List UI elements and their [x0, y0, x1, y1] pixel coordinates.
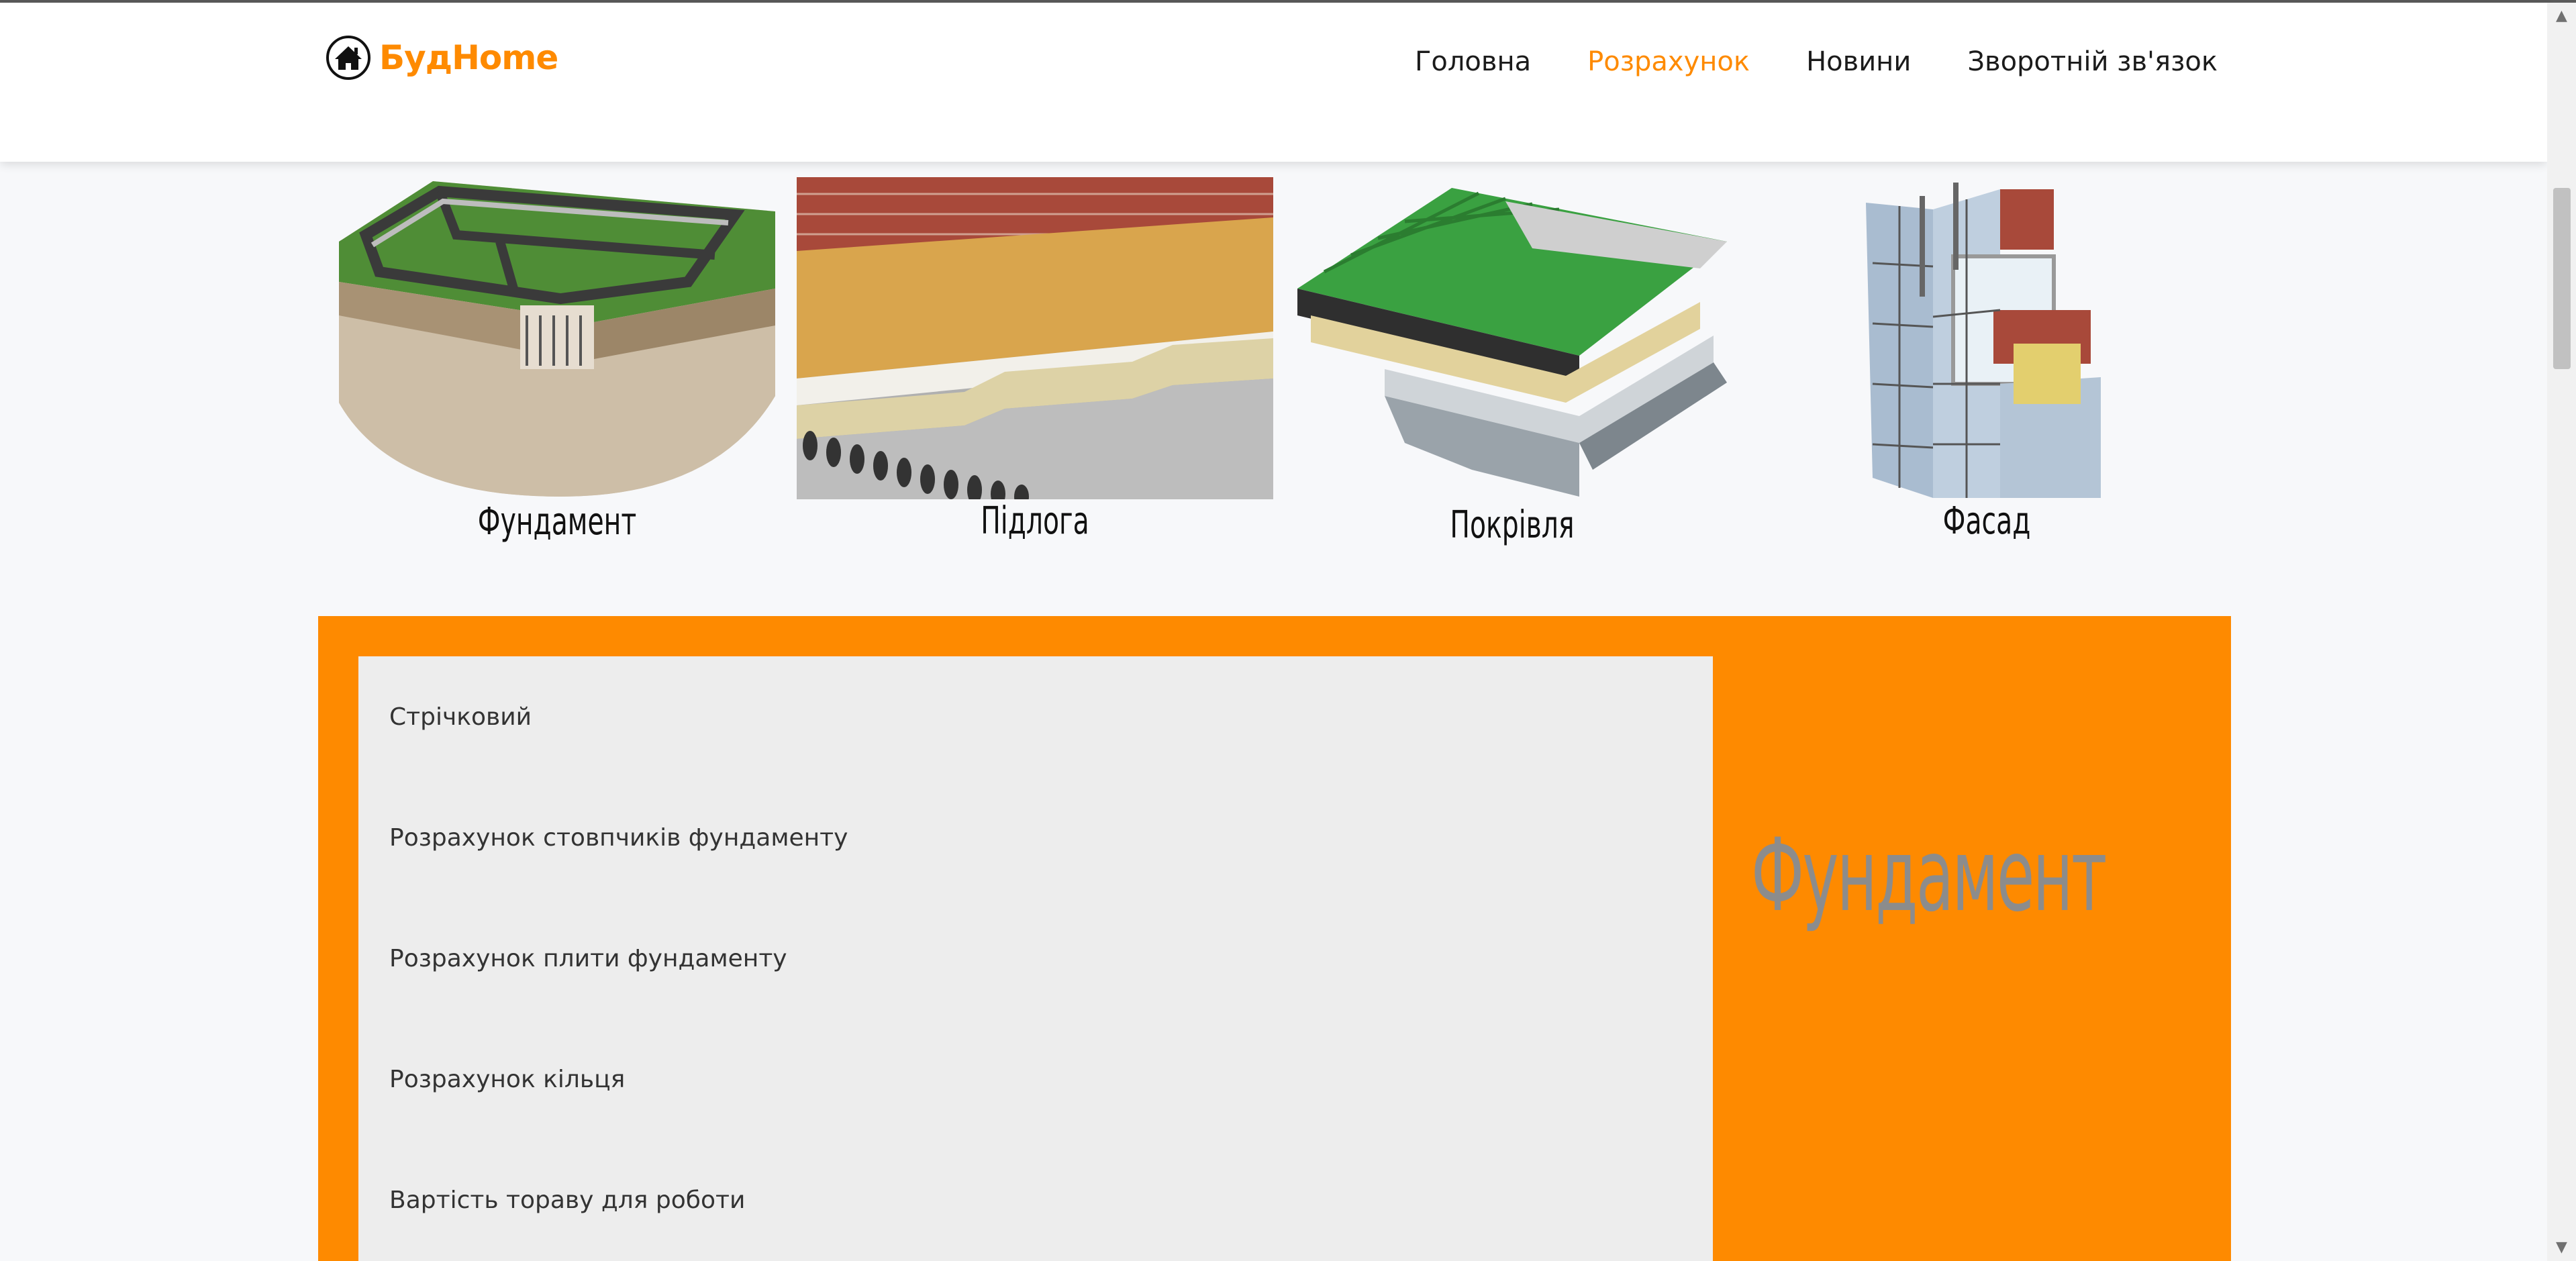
home-icon: [326, 36, 370, 80]
menu-item-slab[interactable]: Розрахунок плити фундаменту: [389, 945, 787, 972]
nav-news[interactable]: Новини: [1806, 46, 1911, 77]
page-scrollbar[interactable]: ▲ ▼: [2547, 3, 2576, 1261]
menu-item-ring[interactable]: Розрахунок кільця: [389, 1066, 625, 1093]
main-nav: Головна Розрахунок Новини Зворотній зв'я…: [1415, 42, 2218, 82]
scroll-up-arrow-icon[interactable]: ▲: [2547, 3, 2576, 30]
section-title: Фундамент: [1751, 817, 2107, 934]
logo[interactable]: БудHome: [326, 34, 558, 82]
logo-text: БудHome: [379, 38, 558, 77]
nav-home[interactable]: Головна: [1415, 46, 1531, 77]
calculation-section: Стрічковий Розрахунок стовпчиків фундаме…: [318, 616, 2231, 1261]
category-label: Фундамент: [477, 500, 637, 544]
menu-item-columns[interactable]: Розрахунок стовпчиків фундаменту: [389, 824, 848, 852]
floor-illustration-icon: [797, 177, 1273, 499]
category-label: Підлога: [981, 499, 1089, 543]
category-roof[interactable]: Покрівля: [1297, 181, 1727, 557]
nav-feedback[interactable]: Зворотній зв'язок: [1967, 46, 2218, 77]
calculation-menu: Стрічковий Розрахунок стовпчиків фундаме…: [358, 656, 1713, 1261]
scroll-down-arrow-icon[interactable]: ▼: [2547, 1234, 2576, 1261]
facade-illustration-icon: [1866, 183, 2101, 498]
category-label: Покрівля: [1450, 503, 1575, 547]
scrollbar-thumb[interactable]: [2553, 188, 2571, 369]
category-facade[interactable]: Фасад: [1859, 183, 2114, 558]
category-floor[interactable]: Підлога: [797, 177, 1273, 553]
category-foundation[interactable]: Фундамент: [339, 181, 775, 557]
foundation-illustration-icon: [339, 181, 775, 497]
menu-item-material-cost[interactable]: Вартість тораву для роботи: [389, 1187, 745, 1214]
menu-item-strip-foundation[interactable]: Стрічковий: [389, 703, 532, 731]
roof-illustration-icon: [1297, 188, 1727, 497]
category-label: Фасад: [1942, 499, 2031, 543]
site-header: БудHome Головна Розрахунок Новини Зворот…: [0, 3, 2547, 162]
nav-calculation[interactable]: Розрахунок: [1587, 46, 1750, 77]
